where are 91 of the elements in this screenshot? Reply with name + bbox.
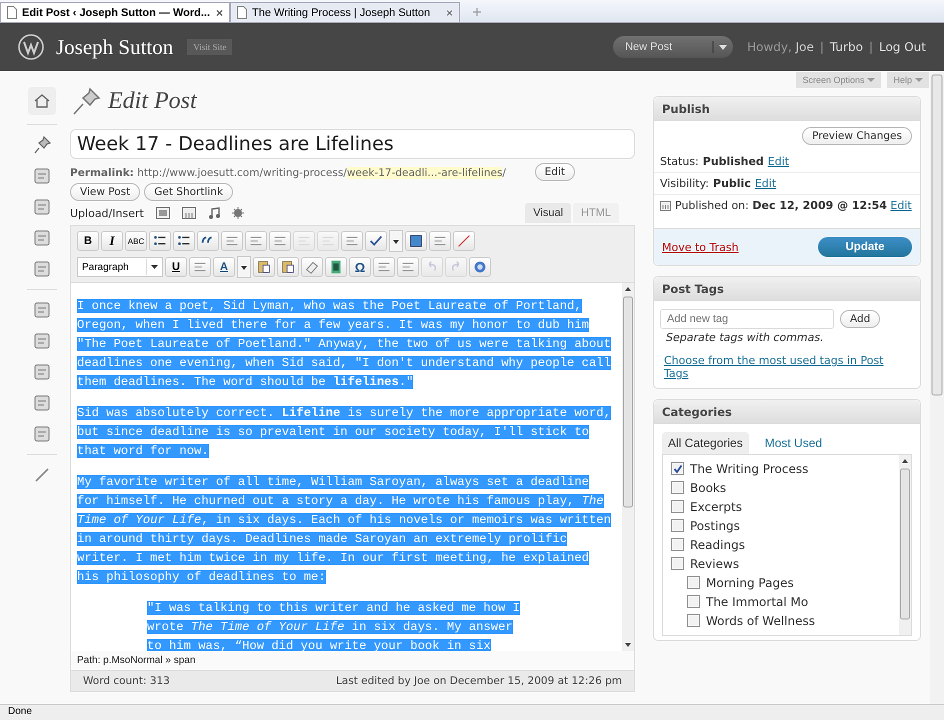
admin-link[interactable]: Log Out	[878, 40, 926, 54]
greeting-text: Howdy, Joe	[747, 40, 814, 54]
upload-insert-label: Upload/Insert	[70, 206, 144, 220]
category-label: Morning Pages	[706, 576, 794, 590]
title-field[interactable]: Week 17 - Deadlines are Lifelines	[70, 129, 635, 159]
page-title: Edit Post	[108, 88, 197, 114]
category-label: The Writing Process	[690, 462, 808, 476]
checkbox[interactable]	[671, 538, 684, 551]
checkbox[interactable]	[671, 500, 684, 513]
category-label: The Immortal Mo	[706, 594, 808, 608]
hint-text: Separate tags with commas.	[665, 331, 825, 344]
site-name: Joseph Sutton	[56, 34, 174, 60]
tab-title: The Writing Process | Joseph Sutton	[252, 6, 432, 18]
status-text: Status: Published Edit	[654, 151, 920, 173]
scrollbar[interactable]	[622, 283, 634, 651]
checkbox[interactable]	[687, 614, 700, 627]
separator: |	[868, 40, 873, 54]
checkbox[interactable]	[687, 595, 700, 608]
toolbar-icon[interactable]	[277, 257, 299, 277]
tag-input-field[interactable]: Add new tag	[660, 309, 834, 329]
toolbar-icon[interactable]	[405, 231, 427, 251]
page-scrollbar[interactable]	[930, 71, 944, 704]
quote-icon[interactable]	[197, 231, 219, 251]
page-icon	[7, 6, 17, 19]
element-path: Path: p.MsoNormal » span	[71, 651, 634, 670]
toolbar-button[interactable]: Ω	[349, 257, 371, 277]
list-icon[interactable]	[149, 231, 171, 251]
menu-icon[interactable]	[28, 87, 56, 115]
checkbox[interactable]	[687, 576, 700, 589]
wordpress-logo[interactable]	[18, 34, 44, 60]
preview-changes-button[interactable]: Preview Changes	[802, 127, 912, 145]
view-post-button[interactable]: View Post	[70, 183, 140, 201]
edit-link[interactable]: Edit	[890, 199, 912, 212]
browser-tab[interactable]: The Writing Process | Joseph Sutton ×	[230, 2, 460, 22]
new-post-dropdown[interactable]: New Post	[613, 36, 734, 58]
most-used-tags-link[interactable]: Choose from the most used tags in Post Tags	[654, 344, 920, 388]
calendar-icon	[660, 200, 671, 211]
toolbar-button[interactable]: ABC	[125, 231, 147, 251]
update-button[interactable]: Update	[818, 237, 912, 257]
toolbar-button[interactable]: U	[165, 257, 187, 277]
status-text: Done	[8, 706, 32, 717]
toolbar-button[interactable]: I	[101, 231, 123, 251]
scrollbar[interactable]	[899, 455, 911, 635]
star-burst-icon[interactable]	[232, 207, 244, 219]
category-label: Excerpts	[690, 500, 742, 514]
panel-title: Post Tags	[654, 277, 920, 301]
visibility-text: Visibility: Public Edit	[654, 173, 920, 195]
film-icon[interactable]	[325, 257, 347, 277]
toolbar-button[interactable]: B	[77, 231, 99, 251]
help-icon[interactable]	[469, 257, 491, 277]
move-to-trash-link[interactable]: Move to Trash	[662, 240, 739, 254]
toolbar-icon[interactable]	[253, 257, 275, 277]
category-label: Books	[690, 480, 726, 494]
tab-title: Edit Post ‹ Joseph Sutton — Word...	[22, 6, 211, 18]
format-dropdown[interactable]: Paragraph	[77, 257, 163, 277]
close-tab-button[interactable]: ×	[216, 6, 223, 20]
music-note-icon[interactable]	[208, 207, 220, 219]
word-count: Word count: 313	[83, 675, 170, 687]
image-icon[interactable]	[156, 207, 170, 219]
edit-permalink-button[interactable]: Edit	[534, 163, 575, 181]
category-tab[interactable]: All Categories	[662, 432, 749, 454]
close-tab-button[interactable]: ×	[446, 6, 453, 20]
category-label: Postings	[690, 518, 740, 532]
list-icon[interactable]	[173, 231, 195, 251]
get-shortlink-button[interactable]: Get Shortlink	[144, 183, 234, 201]
film-icon[interactable]	[182, 207, 196, 219]
paragraph: I once knew a poet, Sid Lyman, who was the Poet Laureate of Portland, Oregon, when I lived there for a few years. It was my honor to dub him "The Poet Laureate of Poetland." Anyway, the two of us were talking about deadlines one evening, when Sid said, "I don't understand why people call them deadlines. The word should be lifelines."	[77, 298, 612, 391]
edit-link[interactable]: Edit	[754, 177, 776, 190]
published-on-text: Published on: Dec 12, 2009 @ 12:54 Edit	[675, 199, 912, 212]
add-tag-button[interactable]: Add	[840, 310, 880, 328]
eraser-icon[interactable]	[301, 257, 323, 277]
paragraph: Sid was absolutely correct. Lifeline is surely the more appropriate word, but since deadline is so prevalent in our society today, I'll stick to that word for now.	[77, 405, 612, 460]
admin-link[interactable]: Turbo	[830, 40, 863, 54]
category-label: Words of Wellness	[706, 614, 815, 628]
panel-title: Publish	[654, 97, 920, 121]
category-label: Readings	[690, 538, 745, 552]
browser-tab[interactable]: Edit Post ‹ Joseph Sutton — Word... ×	[0, 2, 230, 22]
paragraph: My favorite writer of all time, William Saroyan, always set a deadline for himself. He churned out a story a day. He wrote his famous play, The Time of Your Life, in six days. Each of his novels or memoirs was written in around thirty days. Deadlines made Saroyan an extremely prolific writer. I met him twice in my life. In our first meeting, he explained his philosophy of deadlines to me:	[77, 474, 612, 586]
checkbox[interactable]	[671, 462, 684, 475]
toolbar-button[interactable]: A	[213, 257, 235, 277]
page-icon	[237, 6, 247, 19]
editor-tab[interactable]: Visual	[525, 203, 572, 223]
panel-title: Categories	[654, 400, 920, 424]
category-label: Reviews	[690, 556, 740, 570]
edit-link[interactable]: Edit	[768, 155, 790, 168]
checkbox[interactable]	[671, 519, 684, 532]
checkbox[interactable]	[671, 557, 684, 570]
toolbar-icon[interactable]	[365, 231, 387, 251]
last-edited-text: Last edited by Joe on December 15, 2009 at 12:26 pm	[336, 675, 622, 687]
checkbox[interactable]	[671, 481, 684, 494]
separator: |	[820, 40, 824, 54]
